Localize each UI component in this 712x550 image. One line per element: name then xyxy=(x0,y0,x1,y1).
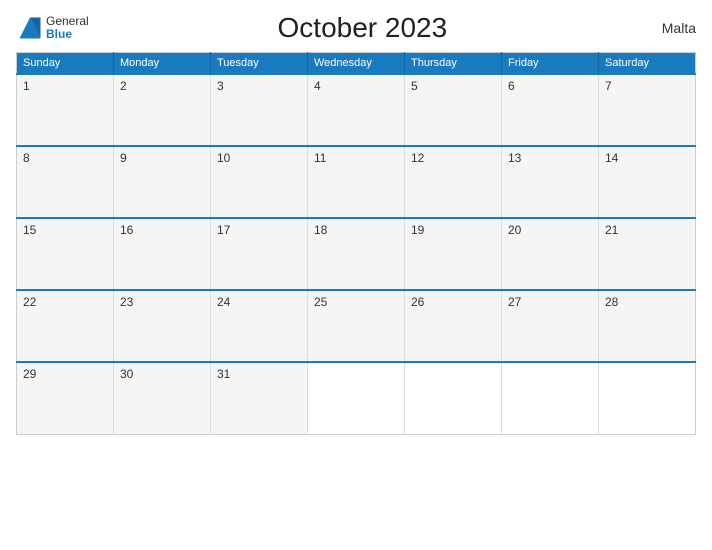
calendar-week-row: 8 9 10 11 12 13 14 xyxy=(17,146,696,218)
weekday-header: Friday xyxy=(502,53,599,75)
day-number: 12 xyxy=(411,151,424,165)
calendar-day-cell: 6 xyxy=(502,74,599,146)
day-number: 16 xyxy=(120,223,133,237)
day-number: 13 xyxy=(508,151,521,165)
logo-icon xyxy=(16,14,44,42)
logo-blue: Blue xyxy=(46,28,89,41)
day-number: 27 xyxy=(508,295,521,309)
calendar-day-cell: 18 xyxy=(308,218,405,290)
weekday-header: Tuesday xyxy=(211,53,308,75)
calendar-body: 1234567891011121314151617181920212223242… xyxy=(17,74,696,434)
calendar-day-cell: 5 xyxy=(405,74,502,146)
calendar-day-cell: 22 xyxy=(17,290,114,362)
calendar-day-cell: 24 xyxy=(211,290,308,362)
month-title: October 2023 xyxy=(89,12,636,44)
day-number: 9 xyxy=(120,151,127,165)
day-number: 25 xyxy=(314,295,327,309)
day-number: 15 xyxy=(23,223,36,237)
calendar-day-cell: 30 xyxy=(114,362,211,434)
calendar-day-cell: 20 xyxy=(502,218,599,290)
weekday-header: Saturday xyxy=(599,53,696,75)
calendar-day-cell: 21 xyxy=(599,218,696,290)
day-number: 21 xyxy=(605,223,618,237)
page-header: General Blue October 2023 Malta xyxy=(16,12,696,44)
calendar-week-row: 15 16 17 18 19 20 21 xyxy=(17,218,696,290)
logo-text: General Blue xyxy=(46,15,89,41)
day-number: 6 xyxy=(508,79,515,93)
calendar-day-cell: 26 xyxy=(405,290,502,362)
calendar-day-cell: 12 xyxy=(405,146,502,218)
weekday-header: Wednesday xyxy=(308,53,405,75)
calendar-day-cell: 4 xyxy=(308,74,405,146)
calendar-day-cell xyxy=(405,362,502,434)
day-number: 24 xyxy=(217,295,230,309)
logo: General Blue xyxy=(16,14,89,42)
day-number: 29 xyxy=(23,367,36,381)
day-number: 11 xyxy=(314,151,326,165)
calendar-week-row: 29 30 31 xyxy=(17,362,696,434)
calendar-day-cell xyxy=(502,362,599,434)
calendar-page: General Blue October 2023 Malta SundayMo… xyxy=(0,0,712,550)
weekday-header: Sunday xyxy=(17,53,114,75)
weekday-header: Monday xyxy=(114,53,211,75)
country-label: Malta xyxy=(636,20,696,36)
calendar-day-cell: 29 xyxy=(17,362,114,434)
weekday-row: SundayMondayTuesdayWednesdayThursdayFrid… xyxy=(17,53,696,75)
day-number: 4 xyxy=(314,79,321,93)
calendar-header: SundayMondayTuesdayWednesdayThursdayFrid… xyxy=(17,53,696,75)
day-number: 30 xyxy=(120,367,133,381)
calendar-day-cell: 1 xyxy=(17,74,114,146)
calendar-day-cell: 27 xyxy=(502,290,599,362)
calendar-day-cell: 3 xyxy=(211,74,308,146)
calendar-day-cell: 10 xyxy=(211,146,308,218)
day-number: 17 xyxy=(217,223,230,237)
day-number: 8 xyxy=(23,151,30,165)
calendar-day-cell: 14 xyxy=(599,146,696,218)
calendar-day-cell: 23 xyxy=(114,290,211,362)
calendar-day-cell: 9 xyxy=(114,146,211,218)
calendar-week-row: 22 23 24 25 26 27 28 xyxy=(17,290,696,362)
calendar-day-cell: 25 xyxy=(308,290,405,362)
day-number: 2 xyxy=(120,79,127,93)
day-number: 22 xyxy=(23,295,36,309)
day-number: 10 xyxy=(217,151,230,165)
calendar-day-cell xyxy=(599,362,696,434)
calendar-day-cell: 31 xyxy=(211,362,308,434)
calendar-day-cell: 28 xyxy=(599,290,696,362)
calendar-day-cell: 11 xyxy=(308,146,405,218)
day-number: 26 xyxy=(411,295,424,309)
day-number: 23 xyxy=(120,295,133,309)
calendar-day-cell: 15 xyxy=(17,218,114,290)
day-number: 1 xyxy=(23,79,30,93)
calendar-day-cell: 8 xyxy=(17,146,114,218)
day-number: 28 xyxy=(605,295,618,309)
calendar-day-cell: 13 xyxy=(502,146,599,218)
calendar-day-cell: 17 xyxy=(211,218,308,290)
day-number: 31 xyxy=(217,367,230,381)
calendar-table: SundayMondayTuesdayWednesdayThursdayFrid… xyxy=(16,52,696,435)
day-number: 20 xyxy=(508,223,521,237)
day-number: 7 xyxy=(605,79,612,93)
calendar-day-cell: 7 xyxy=(599,74,696,146)
calendar-day-cell: 2 xyxy=(114,74,211,146)
calendar-day-cell xyxy=(308,362,405,434)
weekday-header: Thursday xyxy=(405,53,502,75)
day-number: 14 xyxy=(605,151,618,165)
calendar-day-cell: 16 xyxy=(114,218,211,290)
day-number: 18 xyxy=(314,223,327,237)
day-number: 3 xyxy=(217,79,224,93)
calendar-day-cell: 19 xyxy=(405,218,502,290)
day-number: 5 xyxy=(411,79,418,93)
day-number: 19 xyxy=(411,223,424,237)
calendar-week-row: 1 2 3 4 5 6 7 xyxy=(17,74,696,146)
